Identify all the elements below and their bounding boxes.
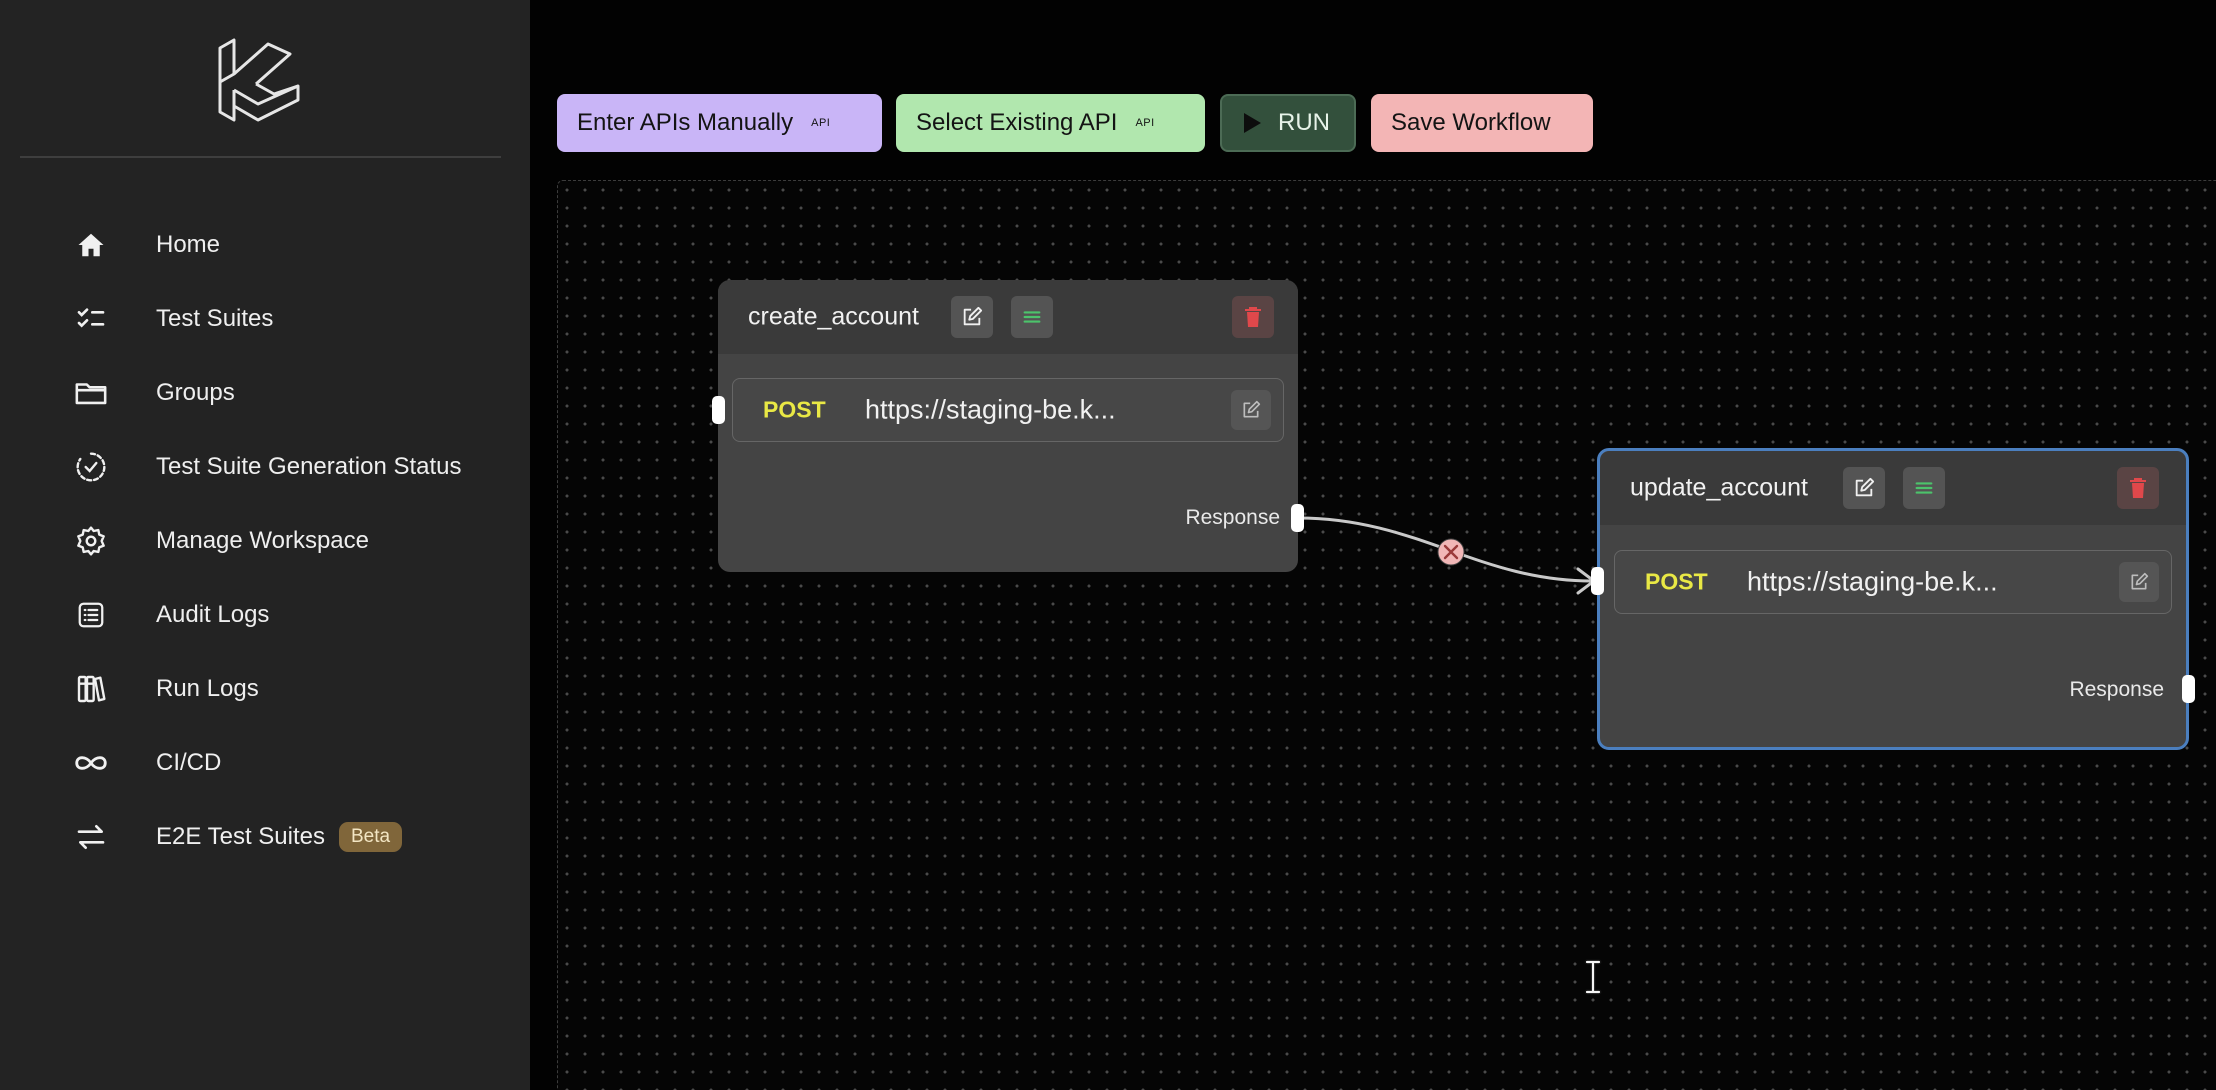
checklist-icon — [72, 300, 110, 338]
sidebar-item-label: CI/CD — [156, 749, 222, 776]
edit-icon — [1855, 477, 1875, 497]
app: Home Test Suites Groups Test Suite Gener… — [0, 0, 2216, 1090]
gear-icon — [72, 522, 110, 560]
workflow-node-create-account[interactable]: create_account POST https://staging-be.k… — [712, 280, 1304, 572]
run-label: RUN — [1278, 109, 1330, 136]
node-title: create_account — [748, 302, 919, 331]
sidebar-item-home[interactable]: Home — [0, 208, 530, 282]
sidebar-item-manage-workspace[interactable]: Manage Workspace — [0, 504, 530, 578]
save-workflow-button[interactable]: Save Workflow — [1371, 94, 1593, 152]
infinity-icon — [72, 744, 110, 782]
enter-apis-manually-button[interactable]: Enter APIs Manually API — [557, 94, 882, 152]
sidebar-item-label: Manage Workspace — [156, 527, 369, 554]
edit-api-button[interactable] — [2119, 562, 2159, 602]
node-header[interactable]: update_account — [1600, 451, 2186, 525]
api-url: https://staging-be.k... — [1747, 566, 1998, 597]
menu-icon — [1023, 311, 1041, 323]
workflow-canvas[interactable]: create_account POST https://staging-be.k… — [557, 180, 2216, 1090]
node-menu-button[interactable] — [1903, 467, 1945, 509]
workflow-node-update-account[interactable]: update_account POST https://staging-be.k… — [1591, 448, 2195, 750]
sidebar-item-label: Test Suites — [156, 305, 274, 332]
sidebar-item-e2e-test-suites[interactable]: E2E Test Suites Beta — [0, 800, 530, 874]
books-icon — [72, 670, 110, 708]
input-handle[interactable] — [1591, 567, 1604, 595]
edit-node-button[interactable] — [951, 296, 993, 338]
enter-apis-manually-label: Enter APIs Manually — [577, 109, 794, 136]
api-endpoint-row[interactable]: POST https://staging-be.k... — [732, 378, 1284, 442]
edit-icon — [2131, 572, 2149, 590]
sidebar-item-groups[interactable]: Groups — [0, 356, 530, 430]
sidebar-item-audit-logs[interactable]: Audit Logs — [0, 578, 530, 652]
sidebar-divider — [20, 156, 501, 158]
response-label: Response — [2069, 678, 2164, 701]
sidebar-item-label: Audit Logs — [156, 601, 270, 628]
node-menu-button[interactable] — [1011, 296, 1053, 338]
select-existing-api-button[interactable]: Select Existing API API — [896, 94, 1205, 152]
text-cursor-icon — [1584, 959, 1602, 995]
node-title: update_account — [1630, 473, 1808, 502]
sidebar-item-label: Test Suite Generation Status — [156, 453, 462, 480]
list-icon — [72, 596, 110, 634]
edit-api-button[interactable] — [1231, 390, 1271, 430]
api-endpoint-row[interactable]: POST https://staging-be.k... — [1614, 550, 2172, 614]
remove-edge-icon[interactable] — [1437, 538, 1465, 566]
http-method: POST — [763, 396, 826, 423]
edit-icon — [963, 306, 983, 326]
menu-icon — [1915, 482, 1933, 494]
response-output-handle[interactable] — [1291, 504, 1304, 532]
select-existing-api-label: Select Existing API — [916, 109, 1118, 136]
node-header[interactable]: create_account — [718, 280, 1298, 354]
sidebar-item-label: Home — [156, 231, 221, 258]
sidebar-item-generation-status[interactable]: Test Suite Generation Status — [0, 430, 530, 504]
play-icon — [1244, 113, 1261, 133]
sidebar-item-ci-cd[interactable]: CI/CD — [0, 726, 530, 800]
folder-icon — [72, 374, 110, 412]
edit-icon — [1243, 400, 1261, 418]
edit-node-button[interactable] — [1843, 467, 1885, 509]
status-check-icon — [72, 448, 110, 486]
api-tag: API — [811, 117, 831, 129]
run-button[interactable]: RUN — [1220, 94, 1356, 152]
sidebar-item-label: Groups — [156, 379, 235, 406]
beta-badge: Beta — [338, 822, 403, 852]
trash-icon — [2130, 478, 2146, 498]
save-workflow-label: Save Workflow — [1391, 109, 1551, 136]
trash-icon — [1245, 307, 1261, 327]
api-tag: API — [1135, 117, 1155, 129]
home-icon — [72, 226, 110, 264]
sidebar-item-run-logs[interactable]: Run Logs — [0, 652, 530, 726]
delete-node-button[interactable] — [2117, 467, 2159, 509]
swap-arrows-icon — [72, 818, 110, 856]
api-url: https://staging-be.k... — [865, 394, 1116, 425]
sidebar-item-label: E2E Test Suites Beta — [156, 822, 403, 852]
logo-icon[interactable] — [214, 34, 304, 124]
sidebar-item-label: Run Logs — [156, 675, 259, 702]
sidebar: Home Test Suites Groups Test Suite Gener… — [0, 0, 530, 1090]
sidebar-nav: Home Test Suites Groups Test Suite Gener… — [0, 208, 530, 874]
response-output-handle[interactable] — [2182, 675, 2195, 703]
delete-node-button[interactable] — [1232, 296, 1274, 338]
sidebar-item-test-suites[interactable]: Test Suites — [0, 282, 530, 356]
response-label: Response — [1185, 506, 1280, 529]
http-method: POST — [1645, 568, 1708, 595]
input-handle[interactable] — [712, 396, 725, 424]
sidebar-item-label-text: E2E Test Suites — [156, 823, 325, 850]
